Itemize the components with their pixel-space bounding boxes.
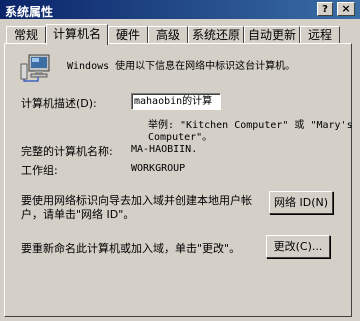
- computer-name-panel: Windows 使用以下信息在网络中标识这台计算机。 计算机描述(D): mah…: [4, 43, 353, 317]
- tab-general[interactable]: 常规: [6, 26, 46, 44]
- workgroup-label: 工作组:: [21, 164, 58, 177]
- tab-system-restore[interactable]: 系统还原: [188, 26, 244, 44]
- tab-advanced[interactable]: 高级: [148, 26, 188, 44]
- computer-description-input[interactable]: mahaobin的计算机: [131, 93, 221, 110]
- tab-strip: 常规 计算机名 硬件 高级 系统还原 自动更新 远程: [4, 24, 354, 45]
- change-text: 要重新命名此计算机或加入域，单击"更改"。: [21, 242, 241, 255]
- full-name-value: MA-HAOBIIN.: [131, 144, 198, 155]
- close-button[interactable]: ×: [337, 2, 355, 16]
- help-button[interactable]: ?: [317, 2, 333, 16]
- window-title: 系统属性: [5, 5, 54, 19]
- description-label: 计算机描述(D):: [21, 97, 97, 110]
- network-id-text-line-2: 户，请单击"网络 ID"。: [21, 208, 135, 221]
- description-example-line-2: Computer"。: [148, 132, 213, 143]
- tab-remote[interactable]: 远程: [300, 26, 340, 44]
- computer-network-icon: [20, 54, 50, 82]
- info-text: Windows 使用以下信息在网络中标识这台计算机。: [67, 61, 296, 72]
- tab-computer-name[interactable]: 计算机名: [46, 24, 108, 45]
- full-name-label: 完整的计算机名称:: [21, 145, 113, 158]
- workgroup-value: WORKGROUP: [131, 163, 186, 174]
- title-bar: 系统属性 ? ×: [0, 0, 360, 19]
- change-button[interactable]: 更改(C)...: [266, 235, 330, 258]
- network-id-button[interactable]: 网络 ID(N): [269, 191, 333, 214]
- tab-automatic-updates[interactable]: 自动更新: [244, 26, 300, 44]
- tab-hardware[interactable]: 硬件: [108, 26, 148, 44]
